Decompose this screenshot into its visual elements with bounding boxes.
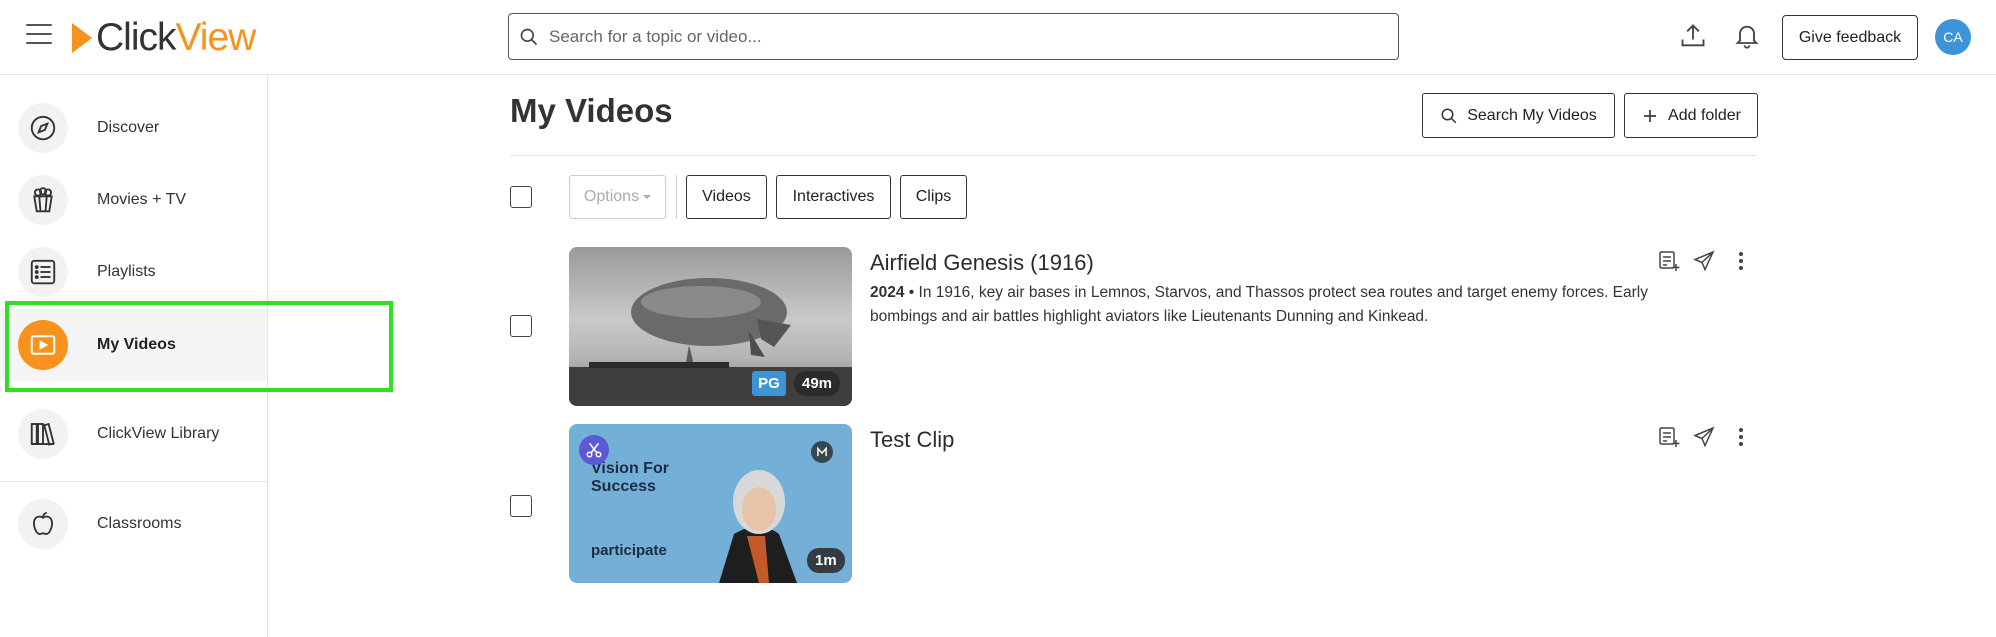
search-icon bbox=[1441, 108, 1457, 123]
scissors-clip-icon bbox=[579, 435, 609, 465]
compass-icon bbox=[30, 115, 56, 141]
sidebar-nav: Discover Movies + TV Playlists My Videos… bbox=[0, 75, 268, 637]
interactive-marker-icon bbox=[811, 441, 833, 463]
search-icon bbox=[520, 28, 538, 45]
sidebar-item-label: Movies + TV bbox=[97, 191, 187, 208]
sidebar-item-label: My Videos bbox=[97, 336, 176, 353]
global-search-box[interactable] bbox=[508, 13, 1399, 60]
video-description: 2024 • In 1916, key air bases in Lemnos,… bbox=[870, 284, 1648, 325]
play-screen-icon bbox=[30, 335, 56, 355]
more-options-icon[interactable] bbox=[1729, 249, 1753, 273]
filter-interactives-button[interactable]: Interactives bbox=[776, 175, 891, 219]
sidebar-item-my-videos[interactable]: My Videos bbox=[0, 309, 267, 381]
plus-icon bbox=[1644, 109, 1657, 122]
more-options-icon[interactable] bbox=[1729, 425, 1753, 449]
sidebar-item-label: Classrooms bbox=[97, 515, 182, 532]
top-header: ClickView Give feedback CA bbox=[0, 0, 1996, 75]
duration-badge: 1m bbox=[807, 548, 845, 573]
sidebar-item-label: Playlists bbox=[97, 263, 156, 280]
video-row-checkbox[interactable] bbox=[510, 495, 532, 517]
select-all-checkbox[interactable] bbox=[510, 186, 532, 208]
duration-badge: 49m bbox=[794, 371, 841, 396]
page-title: My Videos bbox=[510, 92, 673, 129]
list-icon bbox=[30, 259, 56, 285]
add-to-playlist-icon[interactable] bbox=[1657, 249, 1681, 273]
rating-badge: PG bbox=[752, 371, 786, 396]
sidebar-item-playlists[interactable]: Playlists bbox=[0, 236, 267, 308]
filter-videos-button[interactable]: Videos bbox=[686, 175, 767, 219]
add-to-playlist-icon[interactable] bbox=[1657, 425, 1681, 449]
filter-separator bbox=[676, 175, 677, 219]
video-title[interactable]: Airfield Genesis (1916) bbox=[870, 250, 1094, 276]
logo-play-icon bbox=[72, 23, 92, 53]
library-icon bbox=[30, 422, 55, 446]
options-dropdown[interactable]: Options bbox=[569, 175, 666, 219]
video-title[interactable]: Test Clip bbox=[870, 427, 954, 453]
global-search-input[interactable] bbox=[549, 26, 1369, 47]
sidebar-divider bbox=[0, 481, 267, 482]
upload-icon[interactable] bbox=[1679, 22, 1707, 50]
user-avatar[interactable]: CA bbox=[1935, 19, 1971, 55]
sidebar-item-classrooms[interactable]: Classrooms bbox=[0, 488, 267, 560]
caret-down-icon bbox=[643, 195, 652, 199]
sidebar-item-label: ClickView Library bbox=[97, 425, 220, 442]
share-send-icon[interactable] bbox=[1692, 425, 1716, 449]
notification-bell-icon[interactable] bbox=[1733, 22, 1761, 50]
add-folder-button[interactable]: Add folder bbox=[1624, 93, 1758, 138]
filter-clips-button[interactable]: Clips bbox=[900, 175, 967, 219]
sidebar-item-movies-tv[interactable]: Movies + TV bbox=[0, 164, 267, 236]
give-feedback-button[interactable]: Give feedback bbox=[1782, 15, 1918, 60]
share-send-icon[interactable] bbox=[1692, 249, 1716, 273]
sidebar-item-clickview-library[interactable]: ClickView Library bbox=[0, 398, 267, 470]
sidebar-item-discover[interactable]: Discover bbox=[0, 92, 267, 164]
popcorn-icon bbox=[33, 187, 53, 213]
sidebar-item-label: Discover bbox=[97, 119, 160, 136]
header-divider bbox=[510, 155, 1757, 156]
apple-icon bbox=[33, 511, 53, 535]
hamburger-menu-icon[interactable] bbox=[26, 24, 52, 48]
search-my-videos-button[interactable]: Search My Videos bbox=[1422, 93, 1615, 138]
clickview-logo[interactable]: Click View bbox=[72, 16, 256, 60]
video-row-checkbox[interactable] bbox=[510, 315, 532, 337]
